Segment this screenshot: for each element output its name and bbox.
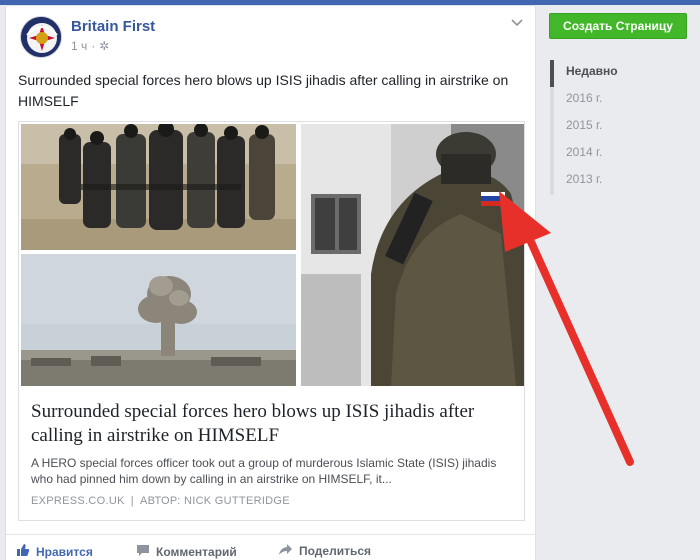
link-media-collage[interactable] bbox=[19, 122, 524, 388]
page-avatar[interactable] bbox=[20, 16, 62, 58]
comment-icon bbox=[136, 543, 150, 560]
timeline-item-2013[interactable]: 2013 г. bbox=[550, 168, 680, 195]
post-actions: Нравится Комментарий Поделиться bbox=[6, 534, 537, 560]
link-source: EXPRESS.CO.UK | АВТОР: NICK GUTTERIDGE bbox=[31, 495, 290, 507]
post-time[interactable]: 1 ч bbox=[71, 39, 87, 53]
chevron-down-icon[interactable] bbox=[511, 16, 523, 30]
share-label: Поделиться bbox=[299, 544, 372, 558]
explosion-smoke-image[interactable] bbox=[21, 254, 296, 386]
link-title[interactable]: Surrounded special forces hero blows up … bbox=[31, 400, 511, 448]
create-page-button[interactable]: Создать Страницу bbox=[549, 13, 687, 39]
link-description: A HERO special forces officer took out a… bbox=[31, 456, 497, 486]
link-domain: EXPRESS.CO.UK bbox=[31, 495, 125, 507]
dot-separator: · bbox=[91, 39, 96, 53]
timeline-item-2014[interactable]: 2014 г. bbox=[550, 141, 680, 168]
like-button[interactable]: Нравится bbox=[16, 543, 93, 560]
feed-post: Britain First 1 ч · ✲ Surrounded special… bbox=[5, 5, 537, 560]
link-author: АВТОР: NICK GUTTERIDGE bbox=[139, 495, 290, 507]
source-separator: | bbox=[130, 495, 134, 507]
comment-label: Комментарий bbox=[156, 544, 237, 559]
soldiers-group-image[interactable] bbox=[21, 124, 296, 250]
timeline-nav: Недавно 2016 г. 2015 г. 2014 г. 2013 г. bbox=[550, 60, 680, 195]
post-text: Surrounded special forces hero blows up … bbox=[18, 72, 509, 109]
timeline-item-2016[interactable]: 2016 г. bbox=[550, 87, 680, 114]
link-preview-card[interactable]: Surrounded special forces hero blows up … bbox=[18, 121, 525, 521]
timeline-item-2015[interactable]: 2015 г. bbox=[550, 114, 680, 141]
share-button[interactable]: Поделиться bbox=[278, 543, 371, 559]
comment-button[interactable]: Комментарий bbox=[136, 543, 237, 560]
settings-cog-icon[interactable]: ✲ bbox=[99, 39, 109, 53]
like-label: Нравится bbox=[36, 544, 93, 559]
thumbs-up-icon bbox=[16, 543, 30, 560]
timeline-item-recent[interactable]: Недавно bbox=[550, 60, 680, 87]
soldier-closeup-image[interactable] bbox=[301, 124, 524, 386]
share-arrow-icon bbox=[278, 543, 293, 559]
page-name[interactable]: Britain First bbox=[71, 18, 155, 35]
post-meta: 1 ч · ✲ bbox=[71, 39, 109, 53]
